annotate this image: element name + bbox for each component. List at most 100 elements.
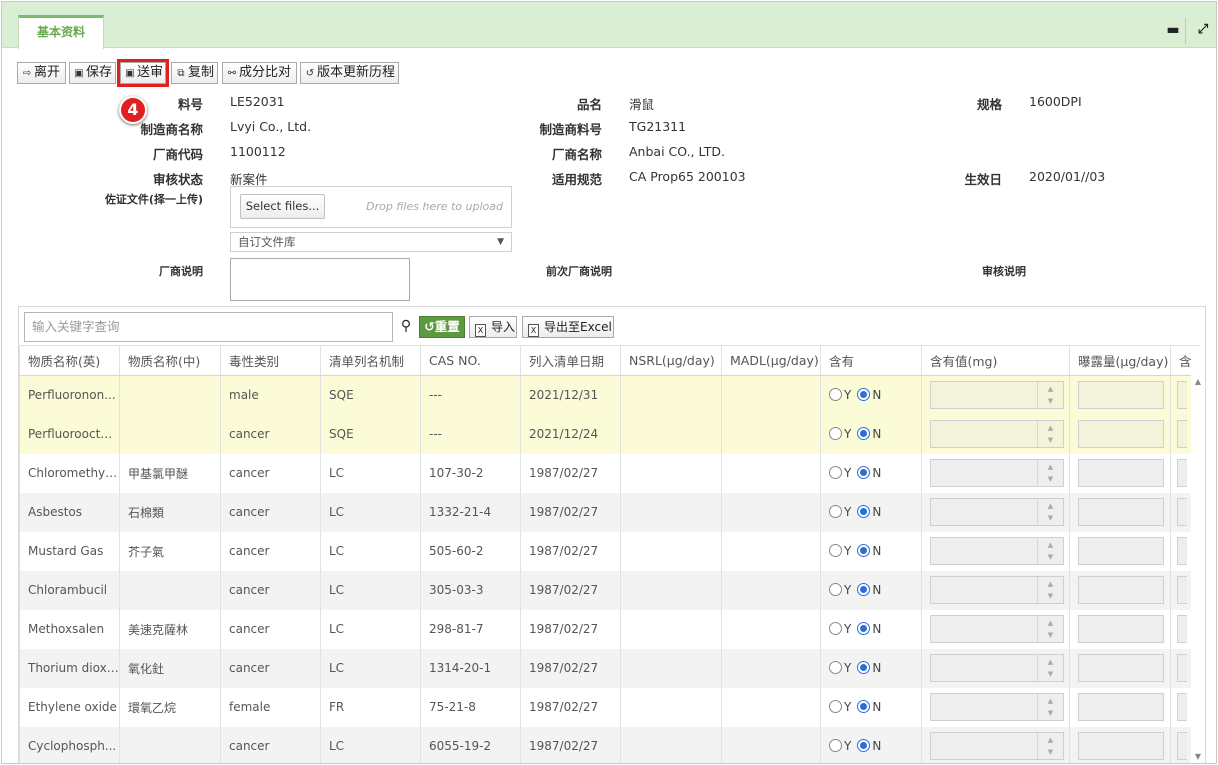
- export-excel-button[interactable]: X 导出至Excel: [522, 316, 614, 338]
- stepper-arrows-icon[interactable]: ▲ ▼: [1037, 694, 1063, 720]
- contains-no-radio[interactable]: [857, 505, 871, 518]
- contained-value-stepper[interactable]: ▲ ▼: [930, 576, 1064, 604]
- contains-yes-radio[interactable]: [829, 622, 842, 635]
- exposure-input[interactable]: [1078, 537, 1164, 565]
- select-files-button[interactable]: Select files...: [240, 194, 325, 219]
- exposure-input[interactable]: [1078, 381, 1164, 410]
- stepper-arrows-icon[interactable]: ▲ ▼: [1037, 577, 1063, 603]
- column-header[interactable]: 含有: [820, 345, 922, 376]
- contains-yes-radio[interactable]: [829, 700, 842, 713]
- table-row[interactable]: Chloromethyl ... 甲基氯甲醚 cancer LC 107-30-2 198…: [19, 453, 1200, 493]
- column-header[interactable]: 曝露量(μg/day): [1069, 345, 1171, 376]
- exposure-input[interactable]: [1078, 459, 1164, 487]
- contained-value-stepper[interactable]: ▲ ▼: [930, 537, 1064, 565]
- tab-basic-info[interactable]: 基本资料: [18, 15, 104, 49]
- extra-input[interactable]: [1177, 615, 1187, 643]
- reset-button[interactable]: ↺重置: [419, 316, 465, 338]
- table-row[interactable]: Ethylene oxide 環氧乙烷 female FR 75-21-8 1987/02…: [19, 687, 1200, 727]
- contains-no-radio[interactable]: [857, 622, 871, 635]
- exposure-input[interactable]: [1078, 732, 1164, 760]
- minimize-icon[interactable]: ▬: [1162, 19, 1184, 41]
- library-select[interactable]: 自订文件库 ▼: [230, 232, 512, 252]
- upload-dropzone[interactable]: Select files... Drop files here to uploa…: [230, 186, 512, 228]
- stepper-arrows-icon[interactable]: ▲ ▼: [1037, 538, 1063, 564]
- column-header[interactable]: 物质名称(英): [19, 345, 120, 376]
- extra-input[interactable]: [1177, 459, 1187, 487]
- expand-icon[interactable]: ⤢: [1192, 19, 1214, 41]
- column-header[interactable]: 毒性类别: [220, 345, 321, 376]
- contained-value-stepper[interactable]: ▲ ▼: [930, 693, 1064, 721]
- vendor-note-textarea[interactable]: [230, 258, 410, 301]
- contains-yes-radio[interactable]: [829, 388, 842, 402]
- contains-yes-radio[interactable]: [829, 583, 842, 596]
- stepper-arrows-icon[interactable]: ▲ ▼: [1037, 382, 1063, 409]
- table-row[interactable]: Cyclophosph... cancer LC 6055-19-2 1987/02/2…: [19, 726, 1200, 763]
- contained-value-stepper[interactable]: ▲ ▼: [930, 732, 1064, 760]
- column-header[interactable]: NSRL(μg/day): [620, 345, 722, 376]
- stepper-arrows-icon[interactable]: ▲ ▼: [1037, 460, 1063, 486]
- contains-no-radio[interactable]: [857, 661, 871, 674]
- column-header[interactable]: 清单列名机制: [320, 345, 421, 376]
- contains-yes-radio[interactable]: [829, 427, 842, 440]
- column-header[interactable]: 列入清单日期: [520, 345, 621, 376]
- stepper-arrows-icon[interactable]: ▲ ▼: [1037, 421, 1063, 447]
- stepper-arrows-icon[interactable]: ▲ ▼: [1037, 499, 1063, 525]
- table-row[interactable]: Chlorambucil cancer LC 305-03-3 1987/02/27 Y N…: [19, 570, 1200, 610]
- contains-yes-radio[interactable]: [829, 544, 842, 557]
- stepper-arrows-icon[interactable]: ▲ ▼: [1037, 616, 1063, 642]
- stepper-arrows-icon[interactable]: ▲ ▼: [1037, 655, 1063, 681]
- compare-button[interactable]: ⚯ 成分比对: [222, 62, 297, 84]
- extra-input[interactable]: [1177, 381, 1187, 410]
- extra-input[interactable]: [1177, 420, 1187, 448]
- contains-no-radio[interactable]: [857, 466, 871, 479]
- column-header[interactable]: MADL(μg/day): [721, 345, 821, 376]
- contained-value-stepper[interactable]: ▲ ▼: [930, 420, 1064, 448]
- leave-button[interactable]: ⇨ 离开: [17, 62, 66, 84]
- table-row[interactable]: Perfluoronon... male SQE --- 2021/12/31 Y N ▲ ▼: [19, 375, 1200, 415]
- history-button[interactable]: ↺ 版本更新历程: [300, 62, 399, 84]
- extra-input[interactable]: [1177, 693, 1187, 721]
- exposure-input[interactable]: [1078, 498, 1164, 526]
- column-header[interactable]: 含: [1170, 345, 1200, 376]
- scroll-up-icon[interactable]: ▲: [1193, 377, 1203, 387]
- copy-button[interactable]: ⧉ 复制: [171, 62, 218, 84]
- search-input[interactable]: 输入关键字查询: [24, 312, 393, 342]
- column-header[interactable]: CAS NO.: [420, 345, 521, 376]
- stepper-arrows-icon[interactable]: ▲ ▼: [1037, 733, 1063, 759]
- contains-no-radio[interactable]: [857, 700, 871, 713]
- contains-no-radio[interactable]: [857, 583, 871, 596]
- scroll-down-icon[interactable]: ▼: [1193, 752, 1203, 762]
- table-row[interactable]: Perfluoroocta... cancer SQE --- 2021/12/24 Y N…: [19, 414, 1200, 454]
- table-row[interactable]: Methoxsalen 美速克薩林 cancer LC 298-81-7 1987/02/…: [19, 609, 1200, 649]
- contains-yes-radio[interactable]: [829, 505, 842, 518]
- column-header[interactable]: 物质名称(中): [119, 345, 221, 376]
- extra-input[interactable]: [1177, 732, 1187, 760]
- extra-input[interactable]: [1177, 576, 1187, 604]
- contained-value-stepper[interactable]: ▲ ▼: [930, 654, 1064, 682]
- search-icon[interactable]: ⚲: [398, 316, 414, 336]
- table-row[interactable]: Mustard Gas 芥子氣 cancer LC 505-60-2 1987/02/27…: [19, 531, 1200, 571]
- contained-value-stepper[interactable]: ▲ ▼: [930, 615, 1064, 643]
- contained-value-stepper[interactable]: ▲ ▼: [930, 498, 1064, 526]
- extra-input[interactable]: [1177, 498, 1187, 526]
- table-row[interactable]: Asbestos 石棉類 cancer LC 1332-21-4 1987/02/27 Y N…: [19, 492, 1200, 532]
- column-header[interactable]: 含有值(mg): [921, 345, 1070, 376]
- contains-no-radio[interactable]: [857, 544, 871, 557]
- contains-yes-radio[interactable]: [829, 466, 842, 479]
- import-button[interactable]: X 导入: [469, 316, 517, 338]
- exposure-input[interactable]: [1078, 654, 1164, 682]
- table-row[interactable]: Thorium dioxide 氧化釷 cancer LC 1314-20-1 1987/…: [19, 648, 1200, 688]
- exposure-input[interactable]: [1078, 420, 1164, 448]
- contains-no-radio[interactable]: [857, 739, 871, 752]
- contains-no-radio[interactable]: [857, 388, 871, 402]
- extra-input[interactable]: [1177, 537, 1187, 565]
- extra-input[interactable]: [1177, 654, 1187, 682]
- contained-value-stepper[interactable]: ▲ ▼: [930, 381, 1064, 410]
- exposure-input[interactable]: [1078, 693, 1164, 721]
- contains-no-radio[interactable]: [857, 427, 871, 440]
- contains-yes-radio[interactable]: [829, 739, 842, 752]
- vertical-scrollbar[interactable]: ▲ ▼: [1191, 375, 1205, 763]
- contained-value-stepper[interactable]: ▲ ▼: [930, 459, 1064, 487]
- save-button[interactable]: ▣ 保存: [69, 62, 116, 84]
- exposure-input[interactable]: [1078, 615, 1164, 643]
